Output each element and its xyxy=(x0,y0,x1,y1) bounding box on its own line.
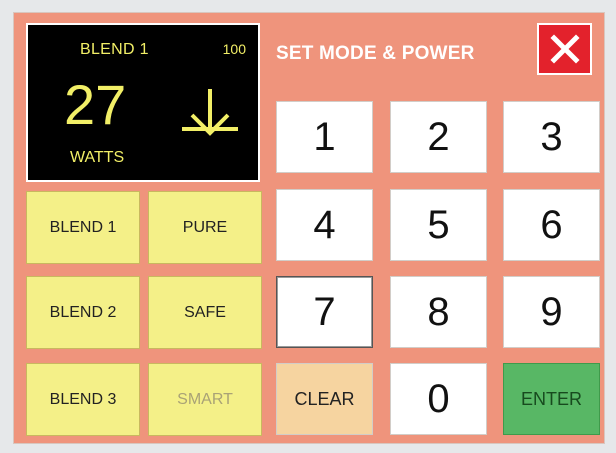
mode-blend-2-button[interactable]: BLEND 2 xyxy=(26,276,140,349)
key-8[interactable]: 8 xyxy=(390,276,487,348)
mode-pure-button[interactable]: PURE xyxy=(148,191,262,264)
display-unit-label: WATTS xyxy=(70,149,125,166)
key-0[interactable]: 0 xyxy=(390,363,487,435)
power-display: BLEND 1 100 27 WATTS xyxy=(26,23,260,182)
key-2[interactable]: 2 xyxy=(390,101,487,173)
mode-safe-button[interactable]: SAFE xyxy=(148,276,262,349)
key-5[interactable]: 5 xyxy=(390,189,487,261)
close-icon xyxy=(549,34,580,64)
mode-blend-1-button[interactable]: BLEND 1 xyxy=(26,191,140,264)
mode-blend-3-button[interactable]: BLEND 3 xyxy=(26,363,140,436)
key-3[interactable]: 3 xyxy=(503,101,600,173)
key-1[interactable]: 1 xyxy=(276,101,373,173)
down-arrow-icon xyxy=(182,89,238,136)
mode-smart-button: SMART xyxy=(148,363,262,436)
display-watts-value: 27 xyxy=(64,73,127,136)
display-mode-label: BLEND 1 xyxy=(80,41,149,58)
page-title: SET MODE & POWER xyxy=(276,43,475,64)
key-7[interactable]: 7 xyxy=(276,276,373,348)
display-max-power: 100 xyxy=(222,41,246,57)
key-4[interactable]: 4 xyxy=(276,189,373,261)
control-panel: BLEND 1 100 27 WATTS SET MODE & POWER BL… xyxy=(14,13,604,443)
key-9[interactable]: 9 xyxy=(503,276,600,348)
enter-button[interactable]: ENTER xyxy=(503,363,600,435)
clear-button[interactable]: CLEAR xyxy=(276,363,373,435)
close-button[interactable] xyxy=(537,23,592,75)
key-6[interactable]: 6 xyxy=(503,189,600,261)
